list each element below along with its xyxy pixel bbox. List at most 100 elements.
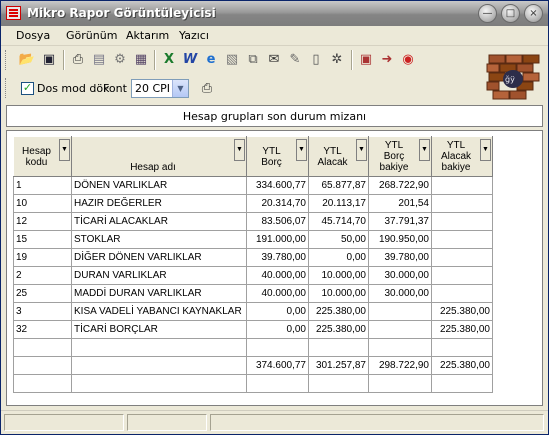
table-cell: 30.000,00 xyxy=(368,266,432,285)
table-cell xyxy=(368,338,432,357)
books-icon[interactable]: ▦ xyxy=(132,51,150,69)
toolbar-separator xyxy=(351,50,353,70)
table-row[interactable]: 19 DİĞER DÖNEN VARLIKLAR 39.780,00 0,00 39.7… xyxy=(13,248,493,267)
header-label: Hesap xyxy=(22,145,51,157)
header-ytl-alacak[interactable]: YTL Alacak ▼ xyxy=(308,136,369,177)
header-ytl-alacak-bakiye[interactable]: YTL Alacak bakiye ▼ xyxy=(431,136,493,177)
report-grid-area[interactable]: Hesap kodu ▼ Hesap adı ▼ YTL Borç ▼ YTL Alacak… xyxy=(6,130,543,406)
dropdown-arrow-icon[interactable]: ▼ xyxy=(234,139,245,161)
header-label: Hesap adı xyxy=(130,162,176,173)
header-ytl-borc[interactable]: YTL Borç ▼ xyxy=(246,136,309,177)
header-hesap-kodu[interactable]: Hesap kodu ▼ xyxy=(13,136,72,177)
table-cell xyxy=(431,266,493,285)
table-cell: MADDİ DURAN VARLIKLAR xyxy=(71,284,247,303)
table-cell: 10 xyxy=(13,194,72,213)
header-label: Alacak xyxy=(317,156,348,168)
dropdown-arrow-icon[interactable]: ▼ xyxy=(296,139,307,161)
table-cell xyxy=(246,374,309,393)
exit-icon[interactable]: ➜ xyxy=(378,51,396,69)
app-icon[interactable] xyxy=(6,6,21,20)
app-window: Mikro Rapor Görüntüleyicisi — □ × Dosya … xyxy=(0,0,549,435)
table-row[interactable]: 12 TİCARİ ALACAKLAR 83.506,07 45.714,70 37.7… xyxy=(13,212,493,231)
excel-icon[interactable]: X xyxy=(160,51,178,69)
toolbar-separator xyxy=(154,50,156,70)
header-label: Alacak xyxy=(440,151,471,162)
table-cell: 268.722,90 xyxy=(368,176,432,195)
table-row[interactable]: 3 KISA VADELİ YABANCI KAYNAKLAR 0,00 225.38… xyxy=(13,302,493,321)
menu-yazici[interactable]: Yazıcı xyxy=(179,29,209,42)
chevron-down-icon[interactable]: ▼ xyxy=(172,80,188,97)
toolbar-grip[interactable] xyxy=(5,50,9,70)
dropdown-arrow-icon[interactable]: ▼ xyxy=(480,139,491,161)
table-row[interactable]: 2 DURAN VARLIKLAR 40.000,00 10.000,00 30.000… xyxy=(13,266,493,285)
dropdown-arrow-icon[interactable]: ▼ xyxy=(419,139,430,161)
table-cell: 20.314,70 xyxy=(246,194,309,213)
header-label: kodu xyxy=(25,156,48,168)
table-row[interactable]: 32 TİCARİ BORÇLAR 0,00 225.380,00 225.380,00 xyxy=(13,320,493,339)
table-cell: 2 xyxy=(13,266,72,285)
tree-icon[interactable]: ▣ xyxy=(357,51,375,69)
table-row[interactable]: 25 MADDİ DURAN VARLIKLAR 40.000,00 10.000,0… xyxy=(13,284,493,303)
internet-explorer-icon[interactable]: e xyxy=(202,51,220,69)
toolbar-separator xyxy=(63,50,65,70)
table-cell: 225.380,00 xyxy=(431,302,493,321)
table-cell xyxy=(431,284,493,303)
gear-icon[interactable]: ✲ xyxy=(328,51,346,69)
table-cell: 225.380,00 xyxy=(431,320,493,339)
table-cell xyxy=(368,374,432,393)
table-cell xyxy=(368,302,432,321)
word-icon[interactable]: W xyxy=(181,51,199,69)
dropdown-arrow-icon[interactable]: ▼ xyxy=(356,139,367,161)
save-disk-icon[interactable]: ▣ xyxy=(40,51,58,69)
export-document-icon[interactable]: ▧ xyxy=(223,51,241,69)
printer-icon[interactable]: ⎙ xyxy=(198,80,216,98)
table-cell xyxy=(308,374,369,393)
maximize-icon[interactable]: □ xyxy=(501,4,520,23)
table-cell: 32 xyxy=(13,320,72,339)
menu-gorunum[interactable]: Görünüm xyxy=(66,29,117,42)
table-cell: 83.506,07 xyxy=(246,212,309,231)
dos-mode-checkbox[interactable]: ✓ xyxy=(21,82,34,95)
table-cell: 225.380,00 xyxy=(431,356,493,375)
table-row[interactable]: 10 HAZIR DEĞERLER 20.314,70 20.113,17 201,54 xyxy=(13,194,493,213)
toolbar-grip[interactable] xyxy=(5,78,9,98)
open-folder-icon[interactable]: 📂 xyxy=(18,51,36,69)
copy-document-icon[interactable]: ⧉ xyxy=(244,51,262,69)
table-cell: HAZIR DEĞERLER xyxy=(71,194,247,213)
totals-row[interactable]: 374.600,77 301.257,87 298.722,90 225.380,00 xyxy=(13,356,493,375)
menu-aktarim[interactable]: Aktarım xyxy=(126,29,169,42)
header-hesap-adi[interactable]: Hesap adı ▼ xyxy=(71,136,247,177)
table-cell xyxy=(431,176,493,195)
header-ytl-borc-bakiye[interactable]: YTL Borç bakiye ▼ xyxy=(368,136,432,177)
table-cell: 0,00 xyxy=(308,248,369,267)
table-row[interactable]: 1 DÖNEN VARLIKLAR 334.600,77 65.877,87 268.7… xyxy=(13,176,493,195)
header-label: bakiye xyxy=(441,162,471,173)
window-title: Mikro Rapor Görüntüleyicisi xyxy=(27,6,216,20)
close-icon[interactable]: × xyxy=(524,4,543,23)
report-table: Hesap kodu ▼ Hesap adı ▼ YTL Borç ▼ YTL Alacak… xyxy=(13,136,493,393)
status-bar xyxy=(1,410,548,434)
table-cell xyxy=(13,374,72,393)
table-cell: 10.000,00 xyxy=(308,284,369,303)
table-cell: KISA VADELİ YABANCI KAYNAKLAR xyxy=(71,302,247,321)
edit-icon[interactable]: ✎ xyxy=(286,51,304,69)
empty-row[interactable] xyxy=(13,338,493,357)
table-cell xyxy=(13,356,72,375)
empty-row[interactable] xyxy=(13,374,493,393)
print-icon[interactable]: ⎙ xyxy=(69,51,87,69)
table-cell: 20.113,17 xyxy=(308,194,369,213)
dropdown-arrow-icon[interactable]: ▼ xyxy=(59,139,70,161)
font-select[interactable]: 20 CPI ▼ xyxy=(131,79,189,98)
table-row[interactable]: 15 STOKLAR 191.000,00 50,00 190.950,00 xyxy=(13,230,493,249)
title-bar[interactable]: Mikro Rapor Görüntüleyicisi — □ × xyxy=(1,1,548,26)
blank-page-icon[interactable]: ▯ xyxy=(307,51,325,69)
table-cell xyxy=(246,338,309,357)
header-label: Borç xyxy=(383,151,405,162)
minimize-icon[interactable]: — xyxy=(478,4,497,23)
table-cell: 3 xyxy=(13,302,72,321)
settings-icon[interactable]: ⚙ xyxy=(111,51,129,69)
help-icon[interactable]: ◉ xyxy=(399,51,417,69)
print-preview-icon[interactable]: ▤ xyxy=(90,51,108,69)
menu-dosya[interactable]: Dosya xyxy=(16,29,50,42)
mail-icon[interactable]: ✉ xyxy=(265,51,283,69)
